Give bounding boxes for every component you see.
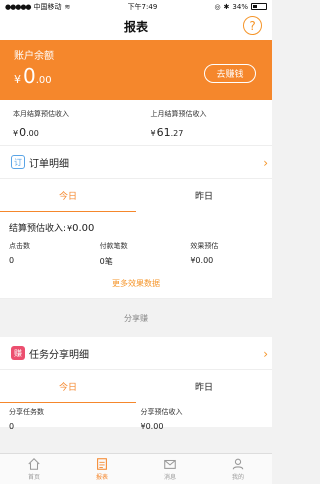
tab-report[interactable]: 报表 (68, 454, 136, 484)
bluetooth-icon: ✱ (223, 2, 230, 11)
page-title: 报表 (123, 20, 148, 34)
message-icon (164, 459, 176, 469)
tab-label: 我的 (231, 474, 244, 481)
more-effect-data-link[interactable]: 更多效果数据 (0, 269, 272, 299)
carrier-label: 中国移动 (33, 2, 62, 11)
share-section-label: 分享赚 (0, 299, 272, 337)
stat-share-tasks: 分享任务数 0 (0, 407, 141, 431)
settle-income-value: 0.00 (72, 223, 95, 234)
order-tabs: 今日 昨日 (0, 179, 272, 212)
lock-rotation-icon: ◎ (214, 2, 221, 11)
tab-yesterday[interactable]: 昨日 (136, 370, 272, 403)
stat-label: 付款笔数 (99, 242, 128, 250)
last-month-income-label: 上月结算预估收入 (150, 110, 207, 118)
tab-home[interactable]: 首页 (0, 454, 68, 484)
order-icon: 订 (11, 155, 25, 169)
last-month-income: 上月结算预估收入 ¥ 61 .27 (135, 109, 273, 145)
task-tabs: 今日 昨日 (0, 370, 272, 403)
settle-income: 结算预估收入: ¥ 0.00 (0, 212, 272, 237)
tab-message[interactable]: 消息 (136, 454, 204, 484)
balance-decimal: .00 (35, 75, 52, 86)
stat-value: 0笔 (99, 257, 113, 266)
tab-label: 消息 (163, 474, 176, 481)
stat-label: 点击数 (9, 242, 30, 250)
currency-symbol: ¥ (13, 129, 19, 138)
income-summary: 本月结算预估收入 ¥ 0 .00 上月结算预估收入 ¥ 61 .27 (0, 100, 272, 146)
report-icon (97, 458, 107, 470)
bottom-tab-bar: 首页 报表 消息 我的 (0, 453, 272, 484)
battery-level (252, 5, 257, 8)
tab-label: 首页 (27, 474, 40, 481)
this-month-income: 本月结算预估收入 ¥ 0 .00 (0, 109, 135, 145)
order-detail-header[interactable]: 订 订单明细 › (0, 146, 272, 179)
stat-value: ¥0.00 (190, 256, 214, 265)
income-integer: 61 (156, 126, 171, 139)
signal-icon: ●●●●● (5, 2, 32, 11)
task-icon: 赚 (11, 346, 25, 360)
stat-share-income: 分享预估收入 ¥0.00 (140, 407, 273, 431)
chevron-right-icon: › (263, 347, 268, 361)
tab-yesterday[interactable]: 昨日 (136, 179, 272, 212)
last-month-income-value: ¥ 61 .27 (151, 126, 273, 139)
tab-today[interactable]: 今日 (0, 179, 136, 212)
profile-icon (232, 458, 244, 470)
stat-label: 效果预估 (190, 242, 219, 250)
currency-symbol: ¥ (150, 129, 156, 138)
task-detail-title: 任务分享明细 (29, 349, 89, 361)
balance-label: 账户余额 (14, 51, 54, 62)
income-decimal: .00 (26, 129, 39, 138)
settle-income-label: 结算预估收入: (9, 224, 67, 234)
help-icon[interactable]: ? (243, 16, 262, 35)
income-integer: 0 (19, 126, 27, 139)
order-detail-title: 订单明细 (29, 158, 69, 170)
wifi-icon: ≋ (64, 2, 71, 11)
home-icon (28, 458, 40, 470)
nav-bar: 报表 ? (0, 13, 272, 40)
status-right: ◎ ✱ 34% (214, 3, 267, 11)
stat-value: ¥0.00 (140, 422, 164, 431)
battery-icon (250, 3, 267, 10)
stat-value: 0 (9, 256, 15, 265)
status-bar: ●●●●● 中国移动 ≋ 下午7:49 ◎ ✱ 34% (0, 0, 272, 13)
balance-integer: 0 (23, 64, 36, 88)
order-stats: 点击数 0 付款笔数 0笔 效果预估 ¥0.00 (0, 237, 272, 269)
stat-effect-estimate: 效果预估 ¥0.00 (181, 241, 272, 269)
task-stats: 分享任务数 0 分享预估收入 ¥0.00 (0, 403, 273, 431)
stat-label: 分享预估收入 (140, 408, 183, 416)
battery-percent: 34% (232, 2, 248, 11)
tab-today[interactable]: 今日 (0, 370, 136, 403)
income-decimal: .27 (170, 129, 184, 138)
status-time: 下午7:49 (127, 2, 158, 11)
this-month-income-value: ¥ 0 .00 (13, 126, 135, 139)
task-detail-header[interactable]: 赚 任务分享明细 › (0, 337, 272, 370)
chevron-right-icon: › (263, 156, 268, 170)
balance-currency: ¥ (14, 73, 21, 86)
tab-profile[interactable]: 我的 (204, 454, 272, 484)
this-month-income-label: 本月结算预估收入 (13, 110, 69, 118)
earn-money-button[interactable]: 去赚钱 (204, 64, 256, 83)
stat-value: 0 (9, 422, 15, 431)
stat-payments: 付款笔数 0笔 (91, 241, 182, 269)
balance-banner: 账户余额 ¥ 0 .00 去赚钱 (0, 40, 272, 100)
stat-clicks: 点击数 0 (0, 241, 91, 269)
status-left: ●●●●● 中国移动 ≋ (5, 2, 70, 12)
tab-label: 报表 (95, 474, 108, 481)
stat-label: 分享任务数 (9, 408, 44, 416)
